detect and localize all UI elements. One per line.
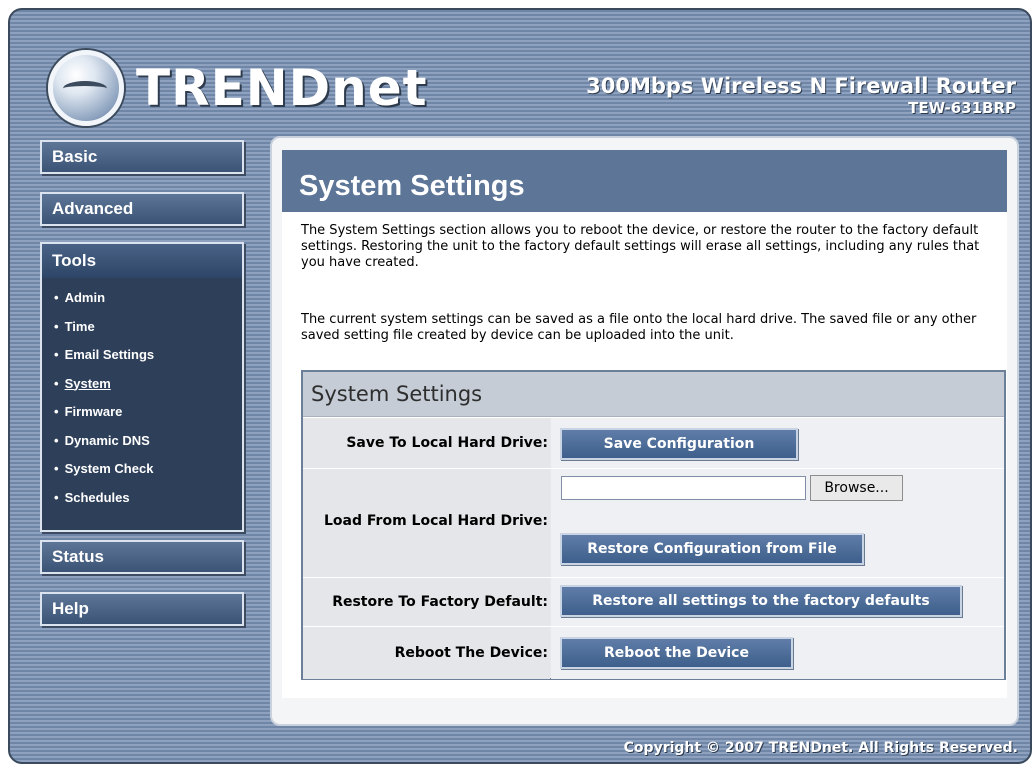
save-label: Save To Local Hard Drive:: [346, 435, 548, 451]
table-row-reboot: Reboot The Device: Reboot the Device: [303, 626, 1004, 679]
nav-advanced[interactable]: Advanced: [40, 192, 244, 226]
description-text-2: The current system settings can be saved…: [301, 312, 977, 343]
table-row-factory: Restore To Factory Default: Restore all …: [303, 577, 1004, 626]
globe-logo-icon: [48, 50, 124, 126]
sidebar-item-time[interactable]: • Time: [54, 317, 242, 346]
table-row-load: Load From Local Hard Drive: Browse... Re…: [303, 468, 1004, 577]
nav-help[interactable]: Help: [40, 592, 244, 626]
factory-label: Restore To Factory Default:: [332, 594, 548, 610]
sidebar-item-admin[interactable]: • Admin: [54, 288, 242, 317]
sidebar-item-schedules[interactable]: • Schedules: [54, 488, 242, 517]
sidebar-item-system-check[interactable]: • System Check: [54, 459, 242, 488]
reboot-label: Reboot The Device:: [394, 645, 548, 661]
nav-tools-panel: Tools • Admin • Time • Email Settings • Syst…: [40, 242, 244, 532]
load-label: Load From Local Hard Drive:: [324, 513, 548, 529]
nav-basic[interactable]: Basic: [40, 140, 244, 174]
nav-status[interactable]: Status: [40, 540, 244, 574]
product-info: 300Mbps Wireless N Firewall Router TEW-6…: [586, 74, 1016, 117]
product-name: 300Mbps Wireless N Firewall Router: [586, 74, 1016, 98]
sidebar-item-system[interactable]: • System: [54, 374, 242, 403]
sidebar-item-dynamic-dns[interactable]: • Dynamic DNS: [54, 431, 242, 460]
reboot-button[interactable]: Reboot the Device: [560, 637, 793, 669]
restore-configuration-button[interactable]: Restore Configuration from File: [560, 533, 864, 565]
nav-tools[interactable]: Tools: [42, 244, 242, 278]
brand-name: TRENDnet: [136, 59, 428, 117]
trendnet-logo: TRENDnet: [48, 50, 428, 126]
save-configuration-button[interactable]: Save Configuration: [560, 428, 798, 460]
file-path-input[interactable]: [561, 476, 806, 500]
copyright-text: Copyright © 2007 TRENDnet. All Rights Re…: [623, 740, 1018, 756]
tools-menu: • Admin • Time • Email Settings • System • Fi…: [42, 288, 242, 516]
table-row-save: Save To Local Hard Drive: Save Configura…: [303, 417, 1004, 468]
panel-title: System Settings: [303, 372, 1004, 417]
description-text: The System Settings section allows you t…: [301, 223, 980, 270]
system-settings-panel: System Settings Save To Local Hard Drive…: [301, 370, 1006, 680]
model-number: TEW-631BRP: [908, 99, 1016, 117]
sidebar-item-firmware[interactable]: • Firmware: [54, 402, 242, 431]
sidebar-item-email-settings[interactable]: • Email Settings: [54, 345, 242, 374]
factory-defaults-button[interactable]: Restore all settings to the factory defa…: [560, 585, 962, 617]
app-frame: TRENDnet 300Mbps Wireless N Firewall Rou…: [8, 8, 1032, 764]
browse-button[interactable]: Browse...: [810, 475, 903, 501]
page-title: System Settings: [299, 170, 525, 202]
content-area: System Settings The System Settings sect…: [270, 136, 1019, 726]
